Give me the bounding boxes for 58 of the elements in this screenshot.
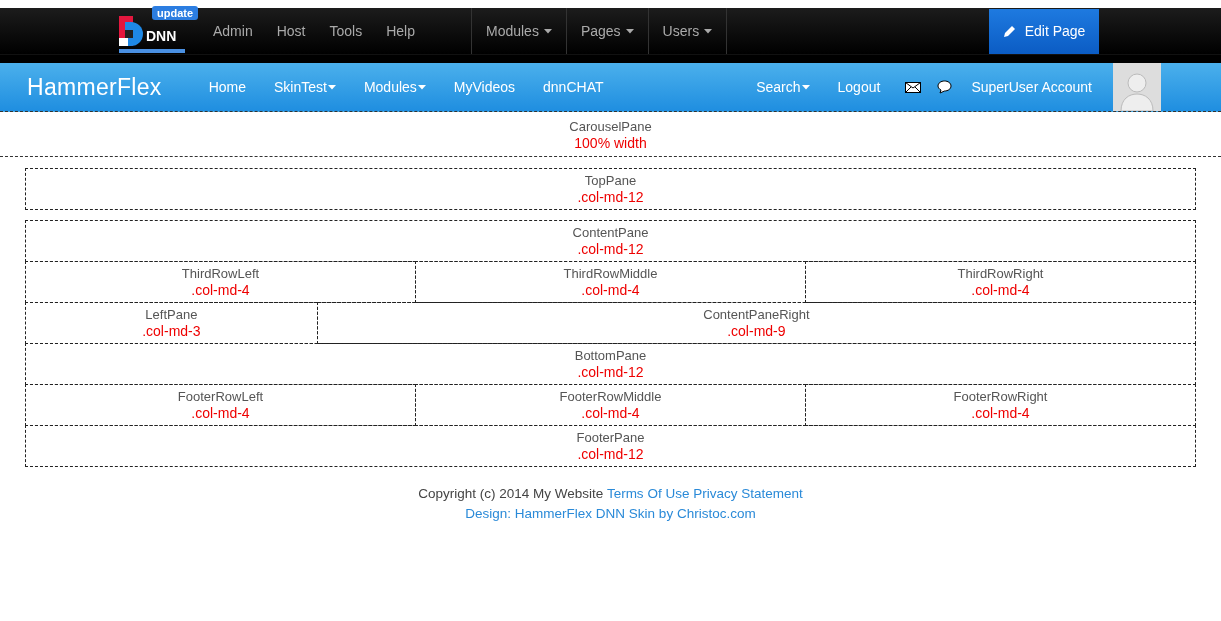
pane-class: .col-md-12 [576, 189, 645, 206]
caret-icon [801, 84, 810, 90]
pencil-icon [1002, 24, 1017, 38]
menu-link[interactable]: Admin [201, 8, 265, 54]
nav-link[interactable]: Home [197, 79, 257, 95]
menu-link[interactable]: Help [374, 8, 427, 54]
pane-class: .col-md-4 [190, 282, 251, 299]
caret-icon [625, 28, 634, 34]
pane-class: .col-md-4 [580, 405, 641, 422]
menu-link[interactable]: Host [264, 8, 318, 54]
pane-name: ContentPaneRight [702, 306, 811, 323]
terms-link[interactable]: Terms Of Use [606, 486, 690, 501]
pane-name: TopPane [583, 172, 638, 189]
menu-link[interactable]: Tools [317, 8, 375, 54]
pane-class: .col-md-12 [576, 241, 645, 258]
pane-class: .col-md-4 [190, 405, 251, 422]
edit-page-button[interactable]: Edit Page [989, 8, 1099, 54]
privacy-link[interactable]: Privacy Statement [693, 486, 803, 501]
caret-icon [704, 28, 713, 34]
nav-link[interactable]: SkinTest [263, 79, 347, 95]
nav-link[interactable]: dnnCHAT [532, 79, 615, 95]
pane-class: .col-md-9 [726, 323, 787, 340]
copyright-text: Copyright (c) 2014 My Website [418, 486, 604, 501]
pane-class: .col-md-4 [970, 282, 1031, 299]
dropdown-menu[interactable]: Users [647, 8, 728, 54]
pane-name: ContentPane [571, 224, 650, 241]
account-link[interactable]: SuperUser Account [960, 79, 1103, 95]
envelope-icon[interactable] [905, 81, 922, 93]
logo-text: DNN [146, 28, 177, 44]
pane-class: .col-md-4 [580, 282, 641, 299]
nav-link[interactable]: Modules [352, 79, 437, 95]
search-menu[interactable]: Search [745, 79, 821, 95]
pane-class: .col-md-12 [576, 364, 645, 381]
dropdown-menu[interactable]: Pages [565, 8, 648, 54]
nav-link[interactable]: MyVideos [442, 79, 527, 95]
pane-class: 100% width [573, 135, 648, 152]
dropdown-menu[interactable]: Modules [470, 8, 566, 54]
update-badge[interactable]: update [152, 6, 199, 20]
pane-name: ThirdRowRight [956, 265, 1045, 282]
logout-link[interactable]: Logout [826, 79, 892, 95]
pane-class: .col-md-3 [141, 323, 202, 340]
pane-name: FooterRowLeft [176, 388, 265, 405]
caret-icon [327, 84, 336, 90]
pane-name: ThirdRowLeft [180, 265, 261, 282]
chat-bubble-icon[interactable] [937, 80, 953, 94]
pane-class: .col-md-4 [970, 405, 1031, 422]
brand-name[interactable]: HammerFlex [27, 73, 162, 101]
caret-icon [543, 28, 552, 34]
pane-name: ThirdRowMiddle [562, 265, 659, 282]
pane-name: FooterRowRight [952, 388, 1049, 405]
pane-class: .col-md-12 [576, 446, 645, 463]
pane-name: LeftPane [144, 306, 199, 323]
design-credit-link[interactable]: Design: HammerFlex DNN Skin by Christoc.com [465, 506, 756, 521]
pane-name: BottomPane [573, 347, 648, 364]
caret-icon [417, 84, 426, 90]
pane-name: CarouselPane [568, 118, 653, 135]
pane-name: FooterPane [575, 429, 646, 446]
pane-name: FooterRowMiddle [558, 388, 663, 405]
